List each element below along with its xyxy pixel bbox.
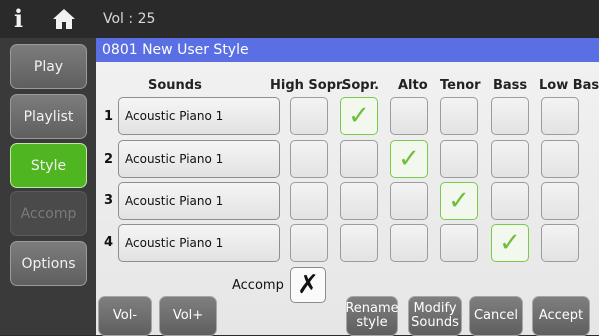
voice-toggle-low-bass[interactable] <box>541 97 579 135</box>
button-label: Vol- <box>112 308 138 323</box>
header-alto: Alto <box>398 78 428 93</box>
voice-toggle-high-sopr[interactable] <box>290 224 328 262</box>
modify-sounds-button[interactable]: Modify Sounds <box>408 296 462 336</box>
button-label: Accept <box>538 308 584 323</box>
sidebar-item-label: Playlist <box>23 108 74 125</box>
header-low-bass: Low Bass <box>539 78 599 93</box>
info-icon[interactable]: i <box>14 6 23 32</box>
sidebar-item-label: Options <box>21 255 76 272</box>
row-number: 3 <box>104 193 114 208</box>
vol-up-button[interactable]: Vol+ <box>159 296 217 336</box>
header-sopr: Sopr. <box>342 78 380 93</box>
rename-style-button[interactable]: Rename style <box>345 296 399 336</box>
x-mark-icon: ✗ <box>297 270 319 300</box>
row-number: 2 <box>104 152 114 167</box>
sidebar-item-accomp[interactable]: Accomp <box>10 191 87 236</box>
button-label: Cancel <box>473 308 519 323</box>
sidebar-item-label: Style <box>30 157 67 174</box>
style-editor-panel: 0801 New User Style Sounds High Sopr. So… <box>96 38 599 336</box>
voice-toggle-low-bass[interactable] <box>541 224 579 262</box>
voice-toggle-bass[interactable] <box>491 97 529 135</box>
sound-select[interactable]: Acoustic Piano 1 <box>118 182 280 220</box>
checkmark-icon: ✓ <box>398 144 420 174</box>
sound-select[interactable]: Acoustic Piano 1 <box>118 97 280 135</box>
top-bar: i Vol : 25 <box>0 0 599 38</box>
checkmark-icon: ✓ <box>348 101 370 131</box>
sound-select[interactable]: Acoustic Piano 1 <box>118 140 280 178</box>
sound-select[interactable]: Acoustic Piano 1 <box>118 224 280 262</box>
voice-toggle-high-sopr[interactable] <box>290 140 328 178</box>
volume-readout: Vol : 25 <box>103 11 156 27</box>
style-title: 0801 New User Style <box>96 38 599 62</box>
row-number: 4 <box>104 235 114 250</box>
button-label: Sounds <box>411 315 459 330</box>
checkmark-icon: ✓ <box>448 186 470 216</box>
voice-toggle-low-bass[interactable] <box>541 140 579 178</box>
header-tenor: Tenor <box>440 78 481 93</box>
button-label: Modify <box>413 301 457 316</box>
voice-toggle-alto[interactable] <box>390 224 428 262</box>
voice-toggle-high-sopr[interactable] <box>290 97 328 135</box>
cancel-button[interactable]: Cancel <box>469 296 523 336</box>
voice-toggle-sopr[interactable] <box>340 182 378 220</box>
voice-toggle-low-bass[interactable] <box>541 182 579 220</box>
voice-toggle-alto[interactable] <box>390 182 428 220</box>
sidebar-item-options[interactable]: Options <box>10 241 87 286</box>
vol-down-button[interactable]: Vol- <box>98 296 152 336</box>
voice-toggle-tenor[interactable] <box>440 224 478 262</box>
header-sounds: Sounds <box>148 78 202 93</box>
voice-toggle-bass[interactable] <box>491 140 529 178</box>
voice-toggle-tenor[interactable]: ✓ <box>440 182 478 220</box>
voice-toggle-tenor[interactable] <box>440 97 478 135</box>
header-high-sopr: High Sopr. <box>270 78 346 93</box>
voice-toggle-sopr[interactable]: ✓ <box>340 97 378 135</box>
voice-toggle-sopr[interactable] <box>340 140 378 178</box>
voice-toggle-sopr[interactable] <box>340 224 378 262</box>
accomp-toggle[interactable]: ✗ <box>290 267 326 303</box>
sidebar-item-label: Accomp <box>20 205 77 222</box>
header-bass: Bass <box>493 78 528 93</box>
voice-toggle-alto[interactable] <box>390 97 428 135</box>
sidebar-item-style[interactable]: Style <box>10 143 87 188</box>
voice-toggle-alto[interactable]: ✓ <box>390 140 428 178</box>
sidebar: Play Playlist Style Accomp Options <box>0 38 96 335</box>
home-icon[interactable] <box>52 8 76 30</box>
sidebar-item-label: Play <box>33 58 64 75</box>
voice-toggle-tenor[interactable] <box>440 140 478 178</box>
row-number: 1 <box>104 109 114 124</box>
accomp-label: Accomp <box>232 278 284 293</box>
voice-toggle-bass[interactable] <box>491 182 529 220</box>
voice-toggle-high-sopr[interactable] <box>290 182 328 220</box>
voice-toggle-bass[interactable]: ✓ <box>491 224 529 262</box>
sidebar-item-play[interactable]: Play <box>10 44 87 89</box>
button-label: Vol+ <box>172 308 204 323</box>
button-label: Rename <box>345 301 399 316</box>
accept-button[interactable]: Accept <box>532 296 590 336</box>
checkmark-icon: ✓ <box>499 228 521 258</box>
button-label: style <box>356 315 388 330</box>
sidebar-item-playlist[interactable]: Playlist <box>10 94 87 139</box>
